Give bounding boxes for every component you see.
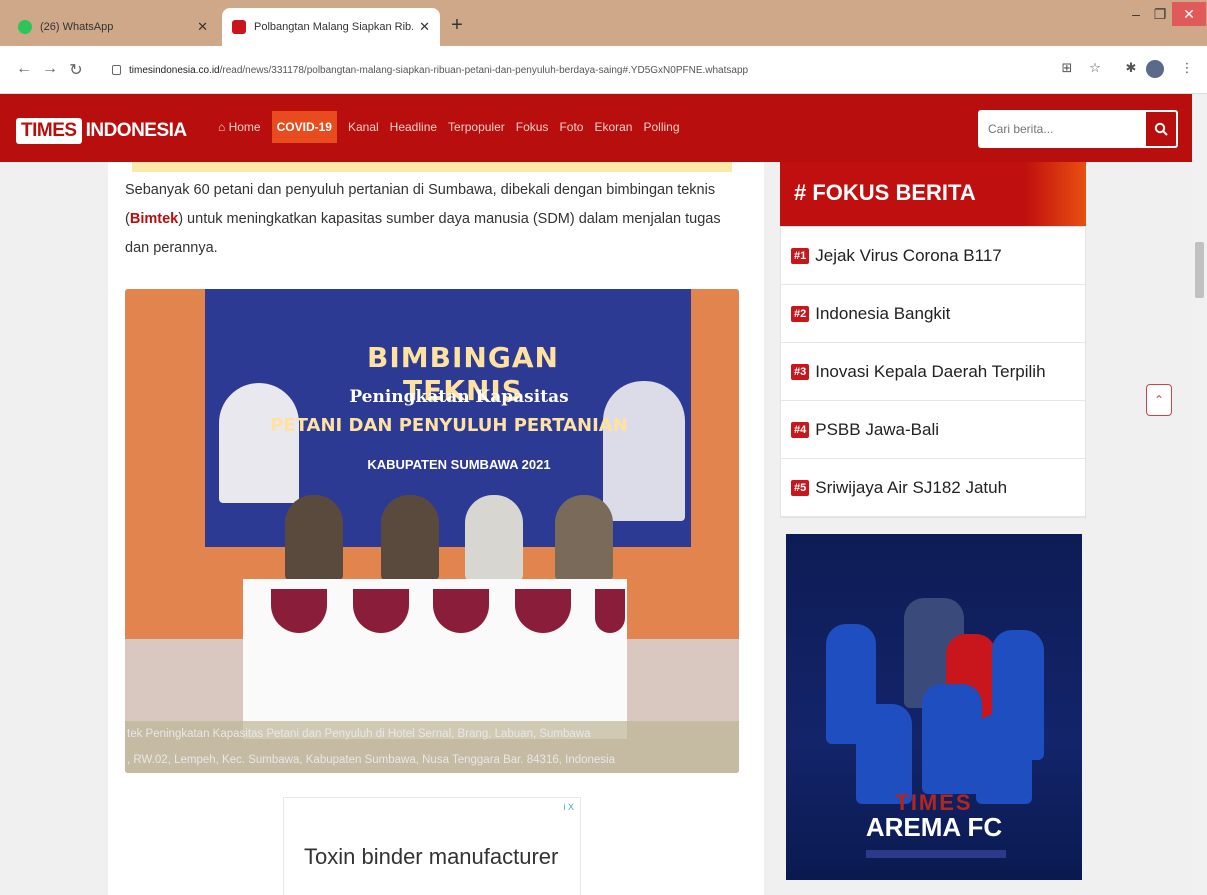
caption-line: , RW.02, Lempeh, Kec. Sumbawa, Kabupaten… xyxy=(127,754,616,766)
tab-article[interactable]: Polbangtan Malang Siapkan Rib... ✕ xyxy=(222,8,440,46)
banner-subtitle-2: PETANI DAN PENYULUH PERTANIAN xyxy=(270,415,628,436)
translate-icon[interactable]: ⊞ xyxy=(1058,60,1076,78)
fokus-item[interactable]: #1 Jejak Virus Corona B117 xyxy=(781,227,1085,285)
close-icon[interactable]: ✕ xyxy=(197,19,208,35)
reload-icon[interactable]: ↻ xyxy=(66,60,86,80)
nav-ekoran[interactable]: Ekoran xyxy=(594,120,632,134)
fokus-rank-badge: #2 xyxy=(791,305,810,322)
new-tab-button[interactable]: + xyxy=(444,14,470,37)
person xyxy=(465,495,523,581)
whatsapp-icon xyxy=(18,20,32,34)
fokus-rank-badge: #1 xyxy=(791,247,810,264)
nav-kanal[interactable]: Kanal xyxy=(348,120,379,134)
url-host: timesindonesia.co.id xyxy=(129,64,220,76)
fokus-list: #1 Jejak Virus Corona B117 #2 Indonesia Ba… xyxy=(780,226,1086,518)
search-input[interactable] xyxy=(978,110,1144,148)
nav-polling[interactable]: Polling xyxy=(643,120,679,134)
back-icon[interactable]: ← xyxy=(14,60,34,78)
lead-text: ) untuk meningkatkan kapasitas sumber da… xyxy=(125,211,721,256)
logo-times: TIMES xyxy=(16,118,82,144)
nav-headline[interactable]: Headline xyxy=(390,120,437,134)
caption-line: tek Peningkatan Kapasitas Petani dan Pen… xyxy=(127,728,591,740)
ad-text: Toxin binder manufacturer xyxy=(304,844,559,869)
arema-title: AREMA FC xyxy=(865,812,1003,842)
fokus-rank-badge: #4 xyxy=(791,421,810,438)
lock-icon xyxy=(112,65,121,75)
nav-terpopuler[interactable]: Terpopuler xyxy=(448,120,505,134)
chevron-up-icon: ⌃ xyxy=(1153,393,1165,407)
article-column: Sebanyak 60 petani dan penyuluh pertania… xyxy=(108,162,764,895)
arema-fc-banner[interactable]: TIMES AREMA FC xyxy=(786,534,1082,880)
fokus-label: PSBB Jawa-Bali xyxy=(815,419,940,439)
browser-tabstrip: (26) WhatsApp ✕ Polbangtan Malang Siapka… xyxy=(0,0,1207,46)
fokus-berita-heading: # FOKUS BERITA xyxy=(780,162,1086,226)
fokus-rank-badge: #3 xyxy=(791,363,810,380)
nav-label: Home xyxy=(228,120,261,134)
home-icon: ⌂ xyxy=(218,120,229,134)
fokus-item[interactable]: #3 Inovasi Kepala Daerah Terpilih xyxy=(781,343,1085,401)
logo-indonesia: INDONESIA xyxy=(85,120,188,141)
restore-button[interactable]: ❐ xyxy=(1146,2,1174,26)
person xyxy=(285,495,343,581)
article-lead: Sebanyak 60 petani dan penyuluh pertania… xyxy=(125,176,735,263)
site-header: TIMES INDONESIA ⌂ Home COVID-19 Kanal He… xyxy=(0,94,1200,162)
scrollbar-thumb[interactable] xyxy=(1195,242,1204,298)
person xyxy=(555,495,613,581)
main-nav: ⌂ Home COVID-19 Kanal Headline Terpopule… xyxy=(218,111,691,143)
person xyxy=(381,495,439,581)
close-icon[interactable]: ✕ xyxy=(419,19,430,35)
ad-choices-icon[interactable]: i X xyxy=(563,802,574,812)
menu-icon[interactable]: ⋮ xyxy=(1178,60,1196,78)
fokus-label: Sriwijaya Air SJ182 Jatuh xyxy=(815,477,1008,497)
tab-title: (26) WhatsApp xyxy=(40,21,114,33)
browser-toolbar: ← → ↻ timesindonesia.co.id /read/news/33… xyxy=(0,46,1207,94)
address-bar[interactable]: timesindonesia.co.id /read/news/331178/p… xyxy=(112,58,1042,82)
fokus-item[interactable]: #4 PSBB Jawa-Bali xyxy=(781,401,1085,459)
arema-subline xyxy=(866,850,1006,858)
fokus-rank-badge: #5 xyxy=(791,479,810,496)
fokus-item[interactable]: #5 Sriwijaya Air SJ182 Jatuh xyxy=(781,459,1085,517)
star-icon[interactable]: ☆ xyxy=(1086,60,1104,78)
banner-subtitle: Peningkatan Kapasitas xyxy=(349,387,569,407)
nav-foto[interactable]: Foto xyxy=(559,120,583,134)
bimtek-link[interactable]: Bimtek xyxy=(130,211,178,227)
tab-title: Polbangtan Malang Siapkan Rib... xyxy=(254,21,414,33)
fokus-label: Inovasi Kepala Daerah Terpilih xyxy=(815,361,1046,381)
times-favicon-icon xyxy=(232,20,246,34)
nav-home[interactable]: ⌂ Home xyxy=(218,120,261,134)
page-scrollbar[interactable] xyxy=(1192,94,1207,895)
banner-subtitle-3: KABUPATEN SUMBAWA 2021 xyxy=(367,457,551,472)
nav-covid[interactable]: COVID-19 xyxy=(271,111,337,143)
ad-box[interactable]: i X Toxin binder manufacturer xyxy=(283,797,581,895)
search-icon xyxy=(1154,122,1168,136)
decorative-strip xyxy=(132,162,732,172)
player-figure xyxy=(922,684,982,794)
search-button[interactable] xyxy=(1144,110,1178,148)
article-photo[interactable]: BIMBINGAN TEKNIS Peningkatan Kapasitas P… xyxy=(125,289,739,773)
event-banner: BIMBINGAN TEKNIS Peningkatan Kapasitas P… xyxy=(205,289,691,547)
player-figure xyxy=(856,704,912,804)
nav-fokus[interactable]: Fokus xyxy=(516,120,549,134)
fokus-item[interactable]: #2 Indonesia Bangkit xyxy=(781,285,1085,343)
times-indonesia-logo[interactable]: TIMES INDONESIA xyxy=(16,118,187,144)
sidebar: # FOKUS BERITA #1 Jejak Virus Corona B117… xyxy=(780,162,1086,895)
page-content: Sebanyak 60 petani dan penyuluh pertania… xyxy=(0,162,1192,895)
portrait-left xyxy=(219,383,299,503)
fokus-label: Jejak Virus Corona B117 xyxy=(815,245,1002,265)
search-box xyxy=(978,110,1178,148)
fokus-label: Indonesia Bangkit xyxy=(815,303,951,323)
window-close-button[interactable]: ✕ xyxy=(1172,2,1206,26)
scroll-to-top-button[interactable]: ⌃ xyxy=(1146,384,1172,416)
forward-icon[interactable]: → xyxy=(40,60,60,78)
extensions-icon[interactable]: ✱ xyxy=(1122,60,1140,78)
table-swag xyxy=(595,589,625,633)
url-path: /read/news/331178/polbangtan-malang-siap… xyxy=(219,64,749,76)
tab-whatsapp[interactable]: (26) WhatsApp ✕ xyxy=(8,8,218,46)
photo-caption: tek Peningkatan Kapasitas Petani dan Pen… xyxy=(125,721,739,773)
profile-avatar[interactable] xyxy=(1146,60,1164,78)
